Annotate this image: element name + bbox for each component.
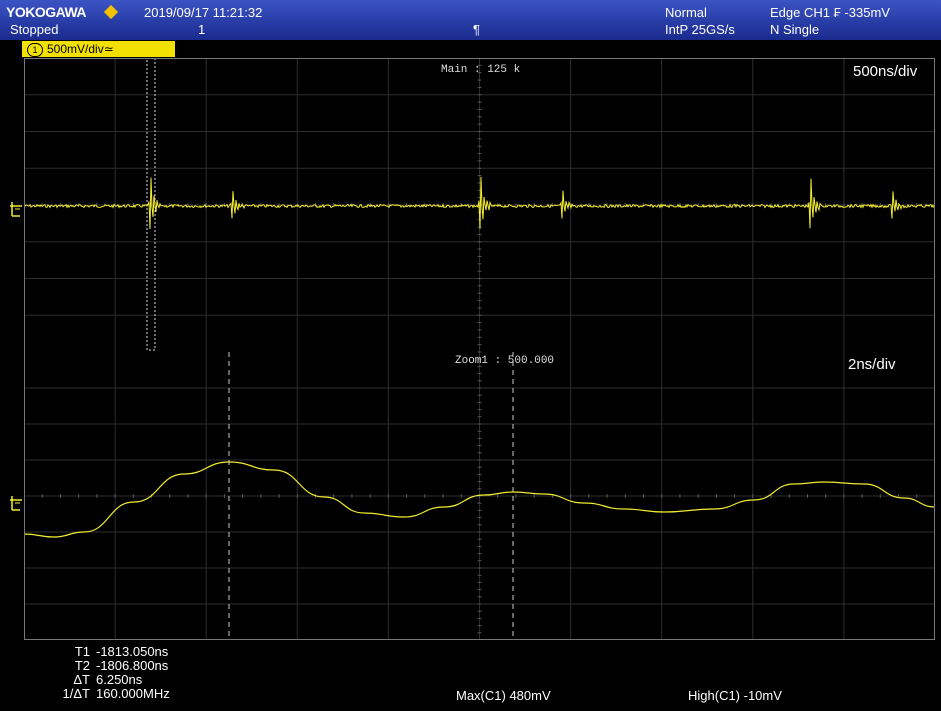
- cursor-t2-readout: T2 -1806.800ns: [74, 658, 169, 673]
- cursor-delta-readout: ΔT 6.250ns: [73, 672, 143, 687]
- ground-marker-icon: [10, 202, 22, 217]
- screen-frame: [24, 58, 935, 640]
- acquisition-count: 1: [198, 22, 206, 37]
- status-header: YOKOGAWA 2019/09/17 11:21:32 Stopped 1 ¶…: [0, 0, 941, 40]
- main-record-label: Main : 125 k: [441, 64, 521, 76]
- cursor-readouts: T1 -1813.050ns T2 -1806.800ns ΔT 6.250ns 1/…: [50, 645, 220, 705]
- sample-rate: IntP 25GS/s: [665, 22, 735, 37]
- main-time-scale[interactable]: 500ns/div: [853, 63, 917, 80]
- channel-1-badge[interactable]: 1 500mV/div≃: [22, 41, 175, 57]
- cursor-t1-readout: T1 -1813.050ns: [74, 644, 169, 659]
- date-time: 2019/09/17 11:21:32: [144, 5, 263, 20]
- high-measurement: High(C1) -10mV: [688, 688, 782, 703]
- acquisition-mode[interactable]: N Single: [770, 23, 819, 37]
- trigger-diamond-icon: [103, 4, 119, 20]
- trigger-mode[interactable]: Normal: [665, 6, 707, 20]
- brand-logo: YOKOGAWA: [6, 4, 87, 20]
- channel-scale: 500mV/div: [47, 42, 104, 56]
- cursor-frequency-readout: 1/ΔT 160.000MHz: [62, 686, 170, 701]
- trigger-position-marker: ¶: [473, 22, 480, 37]
- max-measurement: Max(C1) 480mV: [456, 688, 551, 703]
- trigger-settings[interactable]: Edge CH1 ₣ -335mV: [770, 6, 890, 20]
- run-state[interactable]: Stopped: [10, 23, 58, 37]
- ground-marker-icon: [10, 496, 22, 511]
- zoom-time-scale[interactable]: 2ns/div: [848, 356, 896, 373]
- zoom-position-label: Zoom1 : 500.000: [455, 355, 555, 367]
- channel-number: 1: [27, 43, 43, 57]
- coupling-icon: ≃: [103, 42, 114, 56]
